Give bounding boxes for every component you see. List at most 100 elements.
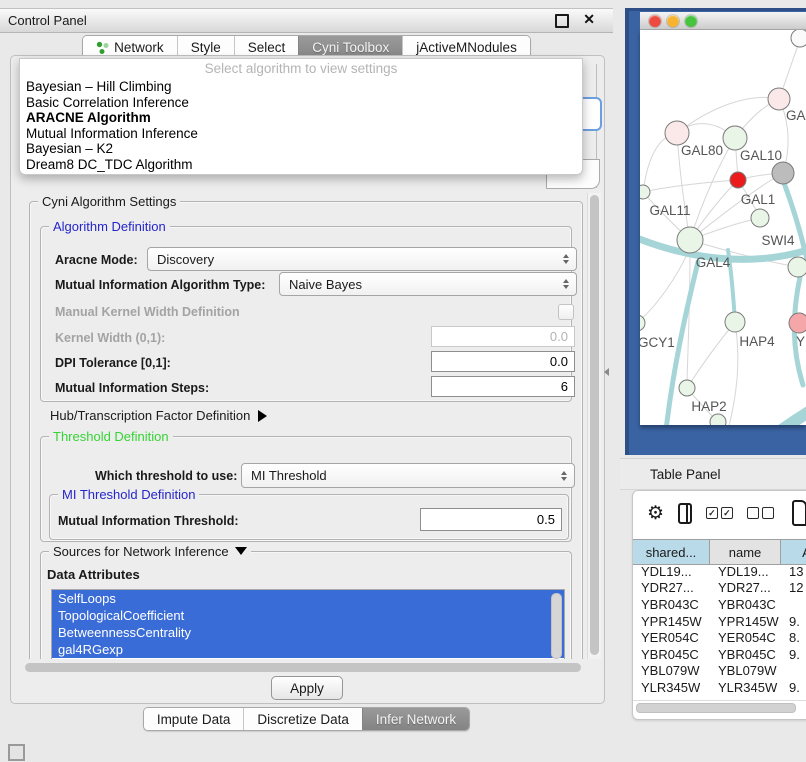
manual-kernel-label: Manual Kernel Width Definition bbox=[55, 305, 240, 319]
table-row[interactable]: YIL052CYIL052C0. bbox=[633, 696, 806, 699]
data-attributes-list[interactable]: SelfLoopsTopologicalCoefficientBetweenne… bbox=[51, 589, 565, 659]
algorithm-option-bayesian-k2[interactable]: Bayesian – K2 bbox=[20, 141, 582, 157]
node-bottom[interactable] bbox=[710, 414, 726, 425]
attribute-item-topologicalcoefficient[interactable]: TopologicalCoefficient bbox=[52, 607, 564, 624]
node-swi4-label: SWI4 bbox=[761, 233, 794, 248]
node-gal1[interactable] bbox=[751, 209, 769, 227]
node-gal-pink-label: GAL bbox=[786, 108, 806, 123]
data-attributes-label: Data Attributes bbox=[47, 567, 140, 582]
dpi-tolerance-input[interactable] bbox=[431, 351, 575, 372]
column-header-name[interactable]: name bbox=[710, 540, 781, 564]
table-header-row[interactable]: shared...nameA bbox=[633, 539, 806, 565]
sources-group: Sources for Network Inference Data Attri… bbox=[40, 551, 572, 659]
desktop: { "control_panel": { "title": "Control P… bbox=[0, 0, 806, 762]
algorithm-option-bayesian-hill-climbing[interactable]: Bayesian – Hill Climbing bbox=[20, 79, 582, 95]
node-top[interactable] bbox=[791, 30, 806, 47]
node-gal4[interactable] bbox=[677, 227, 703, 253]
node-y-salmon[interactable] bbox=[789, 313, 806, 333]
hub-definition-toggle[interactable]: Hub/Transcription Factor Definition bbox=[50, 408, 267, 423]
algorithm-option-aracne-algorithm[interactable]: ARACNE Algorithm bbox=[20, 110, 582, 126]
table-cell: 9. bbox=[781, 614, 806, 629]
node-gcy1-label: GCY1 bbox=[640, 335, 675, 350]
node-gal-pink[interactable] bbox=[768, 88, 790, 110]
network-graph[interactable]: GALGAL80GAL10GAL11GAL1GAL4SWI4GCY1HAP4YH… bbox=[640, 30, 806, 425]
mi-threshold-group: MI Threshold Definition Mutual Informati… bbox=[49, 494, 569, 540]
algorithm-option-mutual-information-inference[interactable]: Mutual Information Inference bbox=[20, 126, 582, 142]
node-selected-red[interactable] bbox=[730, 172, 746, 188]
network-window-titlebar[interactable] bbox=[640, 12, 806, 30]
tab-impute-data[interactable]: Impute Data bbox=[144, 708, 244, 730]
table-cell: YIL052C bbox=[633, 697, 710, 699]
float-window-icon[interactable] bbox=[555, 14, 569, 28]
node-hap4[interactable] bbox=[725, 312, 745, 332]
table-row[interactable]: YBR045CYBR045C9. bbox=[633, 646, 806, 663]
table-row[interactable]: YBR043CYBR043C bbox=[633, 596, 806, 613]
mi-steps-label: Mutual Information Steps: bbox=[55, 381, 209, 395]
manual-kernel-checkbox[interactable] bbox=[558, 304, 574, 320]
close-traffic-light-icon[interactable] bbox=[649, 15, 661, 27]
columns-icon[interactable] bbox=[678, 503, 692, 524]
panel-splitter-handle[interactable] bbox=[604, 368, 609, 376]
table-cell: YBR045C bbox=[710, 647, 781, 662]
table-cell: YDL19... bbox=[633, 564, 710, 579]
which-threshold-combo[interactable]: MI Threshold bbox=[241, 463, 575, 488]
column-header-a[interactable]: A bbox=[781, 540, 806, 564]
settings-vertical-scrollbar[interactable] bbox=[587, 193, 601, 659]
close-icon[interactable]: ✕ bbox=[583, 11, 595, 28]
table-row[interactable]: YER054CYER054C8. bbox=[633, 629, 806, 646]
table-cell: 9. bbox=[781, 680, 806, 695]
select-all-icon[interactable]: ✓✓ bbox=[706, 507, 733, 519]
apply-button[interactable]: Apply bbox=[271, 676, 343, 700]
attribute-item-selfloops[interactable]: SelfLoops bbox=[52, 590, 564, 607]
table-cell: 13 bbox=[781, 564, 806, 579]
node-gal11[interactable] bbox=[640, 185, 650, 199]
table-panel: ⚙ ✓✓ shared...nameA YDL19...YDL19...13YD… bbox=[632, 490, 806, 720]
table-function-icon[interactable] bbox=[792, 500, 806, 526]
table-cell: YER054C bbox=[633, 630, 710, 645]
algorithm-dropdown-list: Bayesian – Hill ClimbingBasic Correlatio… bbox=[20, 79, 582, 173]
column-header-shared-[interactable]: shared... bbox=[633, 540, 710, 564]
list-scrollbar[interactable] bbox=[551, 593, 562, 659]
settings-horizontal-scrollbar[interactable] bbox=[21, 662, 587, 673]
mi-threshold-input[interactable] bbox=[420, 508, 562, 531]
algorithm-option-dream8-dc-tdc-algorithm[interactable]: Dream8 DC_TDC Algorithm bbox=[20, 157, 582, 173]
zoom-traffic-light-icon[interactable] bbox=[685, 15, 697, 27]
algorithm-dropdown-placeholder: Select algorithm to view settings bbox=[20, 59, 582, 79]
gear-icon[interactable]: ⚙ bbox=[647, 504, 664, 523]
stepper-icon bbox=[558, 279, 574, 289]
table-cell: YPR145W bbox=[633, 614, 710, 629]
algorithm-option-basic-correlation-inference[interactable]: Basic Correlation Inference bbox=[20, 95, 582, 111]
minimize-traffic-light-icon[interactable] bbox=[667, 15, 679, 27]
tab-discretize-data[interactable]: Discretize Data bbox=[243, 708, 362, 730]
node-gal80[interactable] bbox=[665, 121, 689, 145]
table-row[interactable]: YBL079WYBL079W bbox=[633, 663, 806, 680]
deselect-all-icon[interactable] bbox=[747, 507, 774, 519]
node-swi4[interactable] bbox=[788, 257, 806, 277]
network-canvas[interactable]: GALGAL80GAL10GAL11GAL1GAL4SWI4GCY1HAP4YH… bbox=[640, 30, 806, 425]
aracne-mode-combo[interactable]: Discovery bbox=[147, 247, 577, 271]
mi-steps-input[interactable] bbox=[431, 376, 575, 397]
group-title: Threshold Definition bbox=[49, 429, 173, 444]
node-gal10[interactable] bbox=[723, 126, 747, 150]
attribute-item-betweennesscentrality[interactable]: BetweennessCentrality bbox=[52, 624, 564, 641]
attribute-item-gal4rgexp[interactable]: gal4RGexp bbox=[52, 641, 564, 658]
tab-infer-network[interactable]: Infer Network bbox=[362, 708, 469, 730]
node-gcy1[interactable] bbox=[640, 315, 645, 331]
node-gray[interactable] bbox=[772, 162, 794, 184]
group-title: Cyni Algorithm Settings bbox=[38, 194, 180, 209]
algorithm-dropdown-popup: Select algorithm to view settings Bayesi… bbox=[19, 58, 583, 175]
table-row[interactable]: YLR345WYLR345W9. bbox=[633, 679, 806, 696]
table-cell: 9. bbox=[781, 647, 806, 662]
table-row[interactable]: YPR145WYPR145W9. bbox=[633, 613, 806, 630]
table-rows[interactable]: YDL19...YDL19...13YDR27...YDR27...12YBR0… bbox=[633, 563, 806, 699]
control-panel-titlebar: Control Panel ✕ bbox=[0, 8, 613, 33]
table-cell: YER054C bbox=[710, 630, 781, 645]
table-row[interactable]: YDR27...YDR27...12 bbox=[633, 580, 806, 597]
grid-widget-icon[interactable] bbox=[8, 744, 25, 761]
node-y-salmon-label: Y bbox=[796, 334, 805, 349]
node-hap2[interactable] bbox=[679, 380, 695, 396]
table-row[interactable]: YDL19...YDL19...13 bbox=[633, 563, 806, 580]
network-edge bbox=[643, 180, 738, 192]
table-horizontal-scrollbar[interactable] bbox=[633, 700, 806, 713]
mi-algorithm-type-combo[interactable]: Naive Bayes bbox=[279, 272, 577, 296]
